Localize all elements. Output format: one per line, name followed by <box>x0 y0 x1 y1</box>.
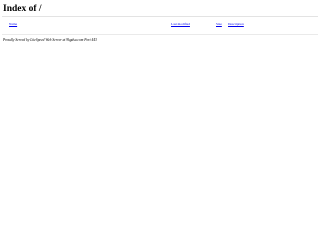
directory-index-page: Index of / Name Last modified Size Descr… <box>0 0 320 245</box>
sort-by-name-link[interactable]: Name <box>9 19 17 29</box>
listing-header-row: Name Last modified Size Description <box>0 19 320 29</box>
sort-by-last-modified-link[interactable]: Last modified <box>171 19 190 29</box>
listing-divider <box>2 34 318 35</box>
server-signature: Proudly Served by LiteSpeed Web Server a… <box>3 38 97 42</box>
sort-by-description-link[interactable]: Description <box>228 19 244 29</box>
sort-by-size-link[interactable]: Size <box>216 19 222 29</box>
page-title: Index of / <box>3 4 42 14</box>
top-divider <box>2 16 318 17</box>
